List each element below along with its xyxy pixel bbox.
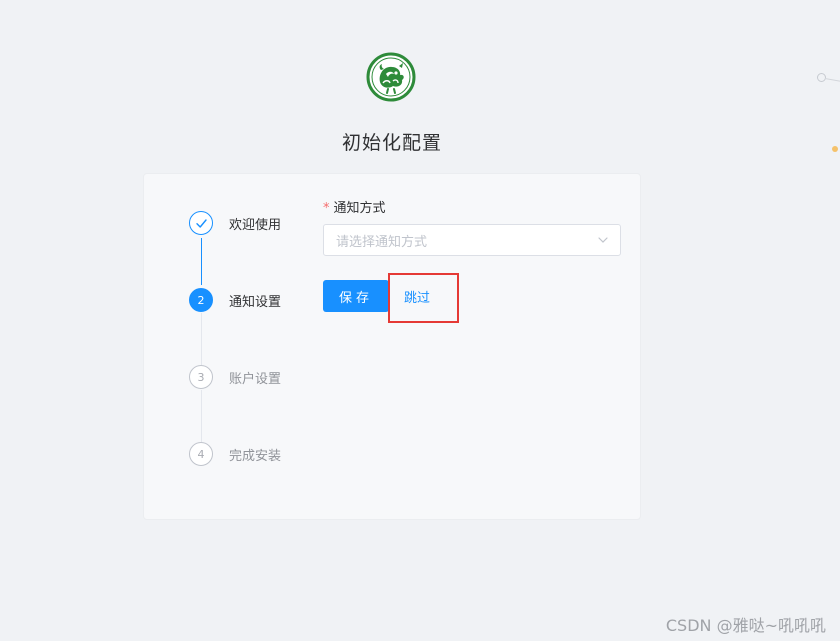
- step-4-label: 完成安装: [229, 448, 282, 464]
- step-connector-3: [201, 390, 202, 442]
- step-connector-2: [201, 313, 202, 365]
- step-notification: 2 通知设置: [189, 288, 281, 312]
- watermark: CSDN @雅哒~吼吼吼: [665, 616, 826, 635]
- required-mark: *: [323, 201, 330, 216]
- page-title: 初始化配置: [341, 132, 442, 154]
- step-2-marker: 2: [189, 288, 213, 312]
- step-2-label: 通知设置: [229, 294, 282, 310]
- select-placeholder: 请选择通知方式: [336, 234, 428, 250]
- decorative-dot: [832, 146, 838, 152]
- step-1-label: 欢迎使用: [229, 217, 282, 233]
- step-1-marker: [189, 211, 213, 235]
- step-account: 3 账户设置: [189, 365, 281, 389]
- decorative-line: [824, 78, 840, 83]
- notification-method-text: 通知方式: [333, 201, 386, 216]
- step-3-label: 账户设置: [229, 371, 282, 387]
- check-icon: [195, 218, 207, 228]
- step-4-marker: 4: [189, 442, 213, 466]
- notification-method-label: * 通知方式: [323, 197, 386, 216]
- save-button[interactable]: 保存: [323, 280, 389, 312]
- notification-method-select[interactable]: 请选择通知方式: [323, 224, 621, 256]
- highlight-annotation: [388, 273, 459, 323]
- logo-icon: [366, 52, 416, 102]
- step-welcome: 欢迎使用: [189, 211, 281, 235]
- step-3-marker: 3: [189, 365, 213, 389]
- step-finish: 4 完成安装: [189, 442, 281, 466]
- step-connector-1: [201, 238, 202, 285]
- setup-card: 欢迎使用 2 通知设置 3 账户设置 4 完成安装 * 通知方式 请选择通知方式 …: [143, 173, 641, 520]
- chevron-down-icon: [598, 237, 608, 243]
